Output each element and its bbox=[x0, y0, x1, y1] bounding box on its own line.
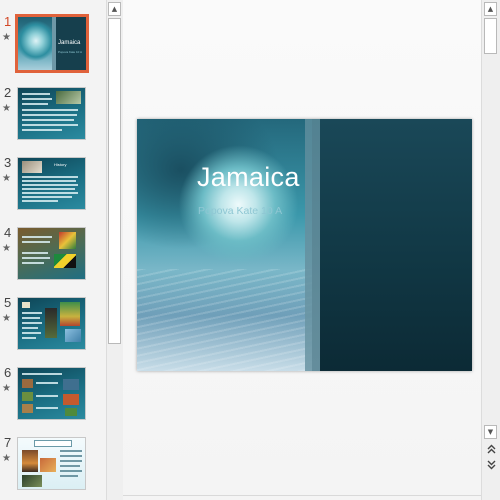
slide-thumbnail-7[interactable]: 7 ★ bbox=[0, 435, 106, 497]
animation-star-icon: ★ bbox=[2, 103, 11, 114]
thumbnail-photo bbox=[22, 379, 33, 388]
scrollbar-thumb[interactable] bbox=[484, 18, 497, 54]
thumbnail-photo bbox=[40, 458, 56, 472]
thumbnail-photo bbox=[63, 379, 79, 390]
thumbnail-frame bbox=[17, 87, 86, 140]
slide-title[interactable]: Jamaica bbox=[197, 162, 300, 193]
coat-of-arms-image bbox=[59, 232, 76, 249]
slide-thumbnail-4[interactable]: 4 ★ bbox=[0, 225, 106, 287]
slide-number: 1 bbox=[4, 14, 12, 29]
slide-number: 7 bbox=[4, 435, 12, 450]
slide-number: 3 bbox=[4, 155, 12, 170]
scroll-up-arrow-icon[interactable]: ▲ bbox=[484, 2, 497, 16]
thumbnail-title-box bbox=[34, 440, 72, 447]
scroll-up-arrow-icon[interactable]: ▲ bbox=[108, 2, 121, 16]
animation-star-icon: ★ bbox=[2, 243, 11, 254]
title-panel bbox=[320, 119, 472, 371]
thumbnail-photo bbox=[22, 161, 42, 173]
slide-thumbnail-pane: 1 ★ Jamaica Popova Kate 10 A 2 ★ 3 ★ His… bbox=[0, 0, 106, 500]
thumbnail-photo bbox=[22, 404, 33, 413]
thumbnail-frame: Jamaica Popova Kate 10 A bbox=[15, 14, 89, 73]
slide-scrollbar[interactable]: ▲ ▼ bbox=[481, 0, 500, 500]
thumbnail-photo bbox=[45, 308, 57, 338]
thumbnail-photo bbox=[22, 450, 38, 472]
slide-thumbnail-6[interactable]: 6 ★ bbox=[0, 365, 106, 427]
slide-thumbnail-1[interactable]: 1 ★ Jamaica Popova Kate 10 A bbox=[0, 14, 106, 76]
thumbnail-photo bbox=[56, 91, 81, 104]
thumbnail-photo bbox=[60, 302, 80, 326]
animation-star-icon: ★ bbox=[2, 173, 11, 184]
thumbnail-photo bbox=[22, 475, 42, 487]
previous-slide-icon[interactable] bbox=[485, 443, 498, 455]
thumbnail-photo bbox=[63, 394, 79, 405]
thumbnail-photo bbox=[65, 408, 77, 416]
thumbnail-frame bbox=[17, 367, 86, 420]
thumbnail-title: Jamaica bbox=[58, 40, 81, 46]
thumbnail-frame bbox=[17, 437, 86, 490]
slide-number: 4 bbox=[4, 225, 12, 240]
thumbnail-frame bbox=[17, 297, 86, 350]
thumbnail-frame bbox=[17, 227, 86, 280]
thumbnail-photo bbox=[22, 392, 33, 401]
next-slide-icon[interactable] bbox=[485, 459, 498, 471]
scroll-down-arrow-icon[interactable]: ▼ bbox=[484, 425, 497, 439]
animation-star-icon: ★ bbox=[2, 383, 11, 394]
thumbnail-heading: History bbox=[54, 162, 67, 167]
current-slide[interactable] bbox=[137, 119, 472, 371]
slide-thumbnail-2[interactable]: 2 ★ bbox=[0, 85, 106, 147]
slide-thumbnail-3[interactable]: 3 ★ History bbox=[0, 155, 106, 217]
flag-image bbox=[54, 254, 76, 268]
slide-number: 6 bbox=[4, 365, 12, 380]
slide-thumbnail-5[interactable]: 5 ★ bbox=[0, 295, 106, 357]
thumbnail-photo bbox=[22, 302, 30, 308]
slide-number: 5 bbox=[4, 295, 12, 310]
animation-star-icon: ★ bbox=[2, 32, 11, 43]
thumbnail-frame: History bbox=[17, 157, 86, 210]
slide-subtitle[interactable]: Popova Kate 10 A bbox=[198, 205, 282, 217]
animation-star-icon: ★ bbox=[2, 453, 11, 464]
accent-strip bbox=[305, 119, 320, 371]
slide-number: 2 bbox=[4, 85, 12, 100]
scrollbar-thumb[interactable] bbox=[108, 18, 121, 344]
thumbnail-subtitle: Popova Kate 10 A bbox=[58, 50, 83, 54]
animation-star-icon: ★ bbox=[2, 313, 11, 324]
thumbnail-pane-scrollbar[interactable]: ▲ bbox=[106, 0, 124, 500]
thumbnail-photo bbox=[65, 329, 81, 342]
